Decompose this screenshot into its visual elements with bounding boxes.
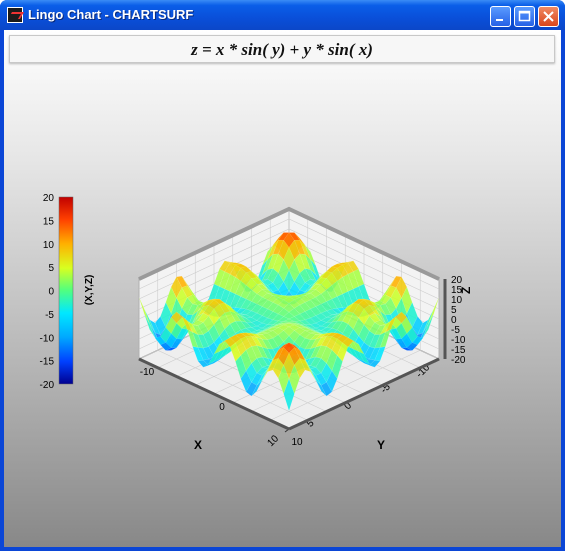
maximize-button[interactable]: [514, 6, 535, 27]
colorbar: (X,Y,Z) 20 15 10 5 0 -5 -10 -15 -20: [40, 193, 95, 391]
colorbar-tick-label: 0: [48, 287, 54, 298]
close-icon: [543, 11, 554, 22]
surface-chart: -10-50510-1001020151050-5-10-15-20X YZ (X…: [40, 193, 473, 452]
x-axis-title: X: [194, 438, 202, 452]
minimize-button[interactable]: [490, 6, 511, 27]
colorbar-label: (X,Y,Z): [84, 275, 95, 306]
chart-area: z = x * sin( y) + y * sin( x) -10 -5 0 5 1: [4, 30, 561, 547]
y-tick-label: 0: [219, 402, 225, 413]
colorbar-tick-label: 10: [43, 240, 55, 251]
window-title: Lingo Chart - CHARTSURF: [28, 7, 194, 22]
colorbar-tick-label: -5: [45, 310, 54, 321]
colorbar-tick-label: -20: [40, 380, 55, 391]
x-tick-label: 10: [265, 433, 281, 449]
colorbar-gradient: [58, 196, 74, 385]
y-tick-label: -10: [140, 367, 155, 378]
z-axis-title: Z: [459, 287, 473, 294]
colorbar-tick-label: -15: [40, 357, 55, 368]
title-bar[interactable]: Lingo Chart - CHARTSURF: [0, 0, 565, 30]
maximize-icon: [518, 10, 531, 22]
y-tick-label: 10: [291, 437, 303, 448]
colorbar-tick-label: -10: [40, 333, 55, 344]
colorbar-tick-label: 15: [43, 216, 55, 227]
minimize-icon: [496, 19, 503, 21]
z-tick-label: -20: [451, 355, 466, 366]
close-button[interactable]: [538, 6, 559, 27]
colorbar-tick-label: 20: [43, 193, 55, 204]
app-icon: [7, 7, 23, 23]
app-window: Lingo Chart - CHARTSURF z = x * sin( y) …: [0, 0, 565, 551]
colorbar-tick-label: 5: [48, 263, 54, 274]
y-axis-title: Y: [377, 438, 385, 452]
